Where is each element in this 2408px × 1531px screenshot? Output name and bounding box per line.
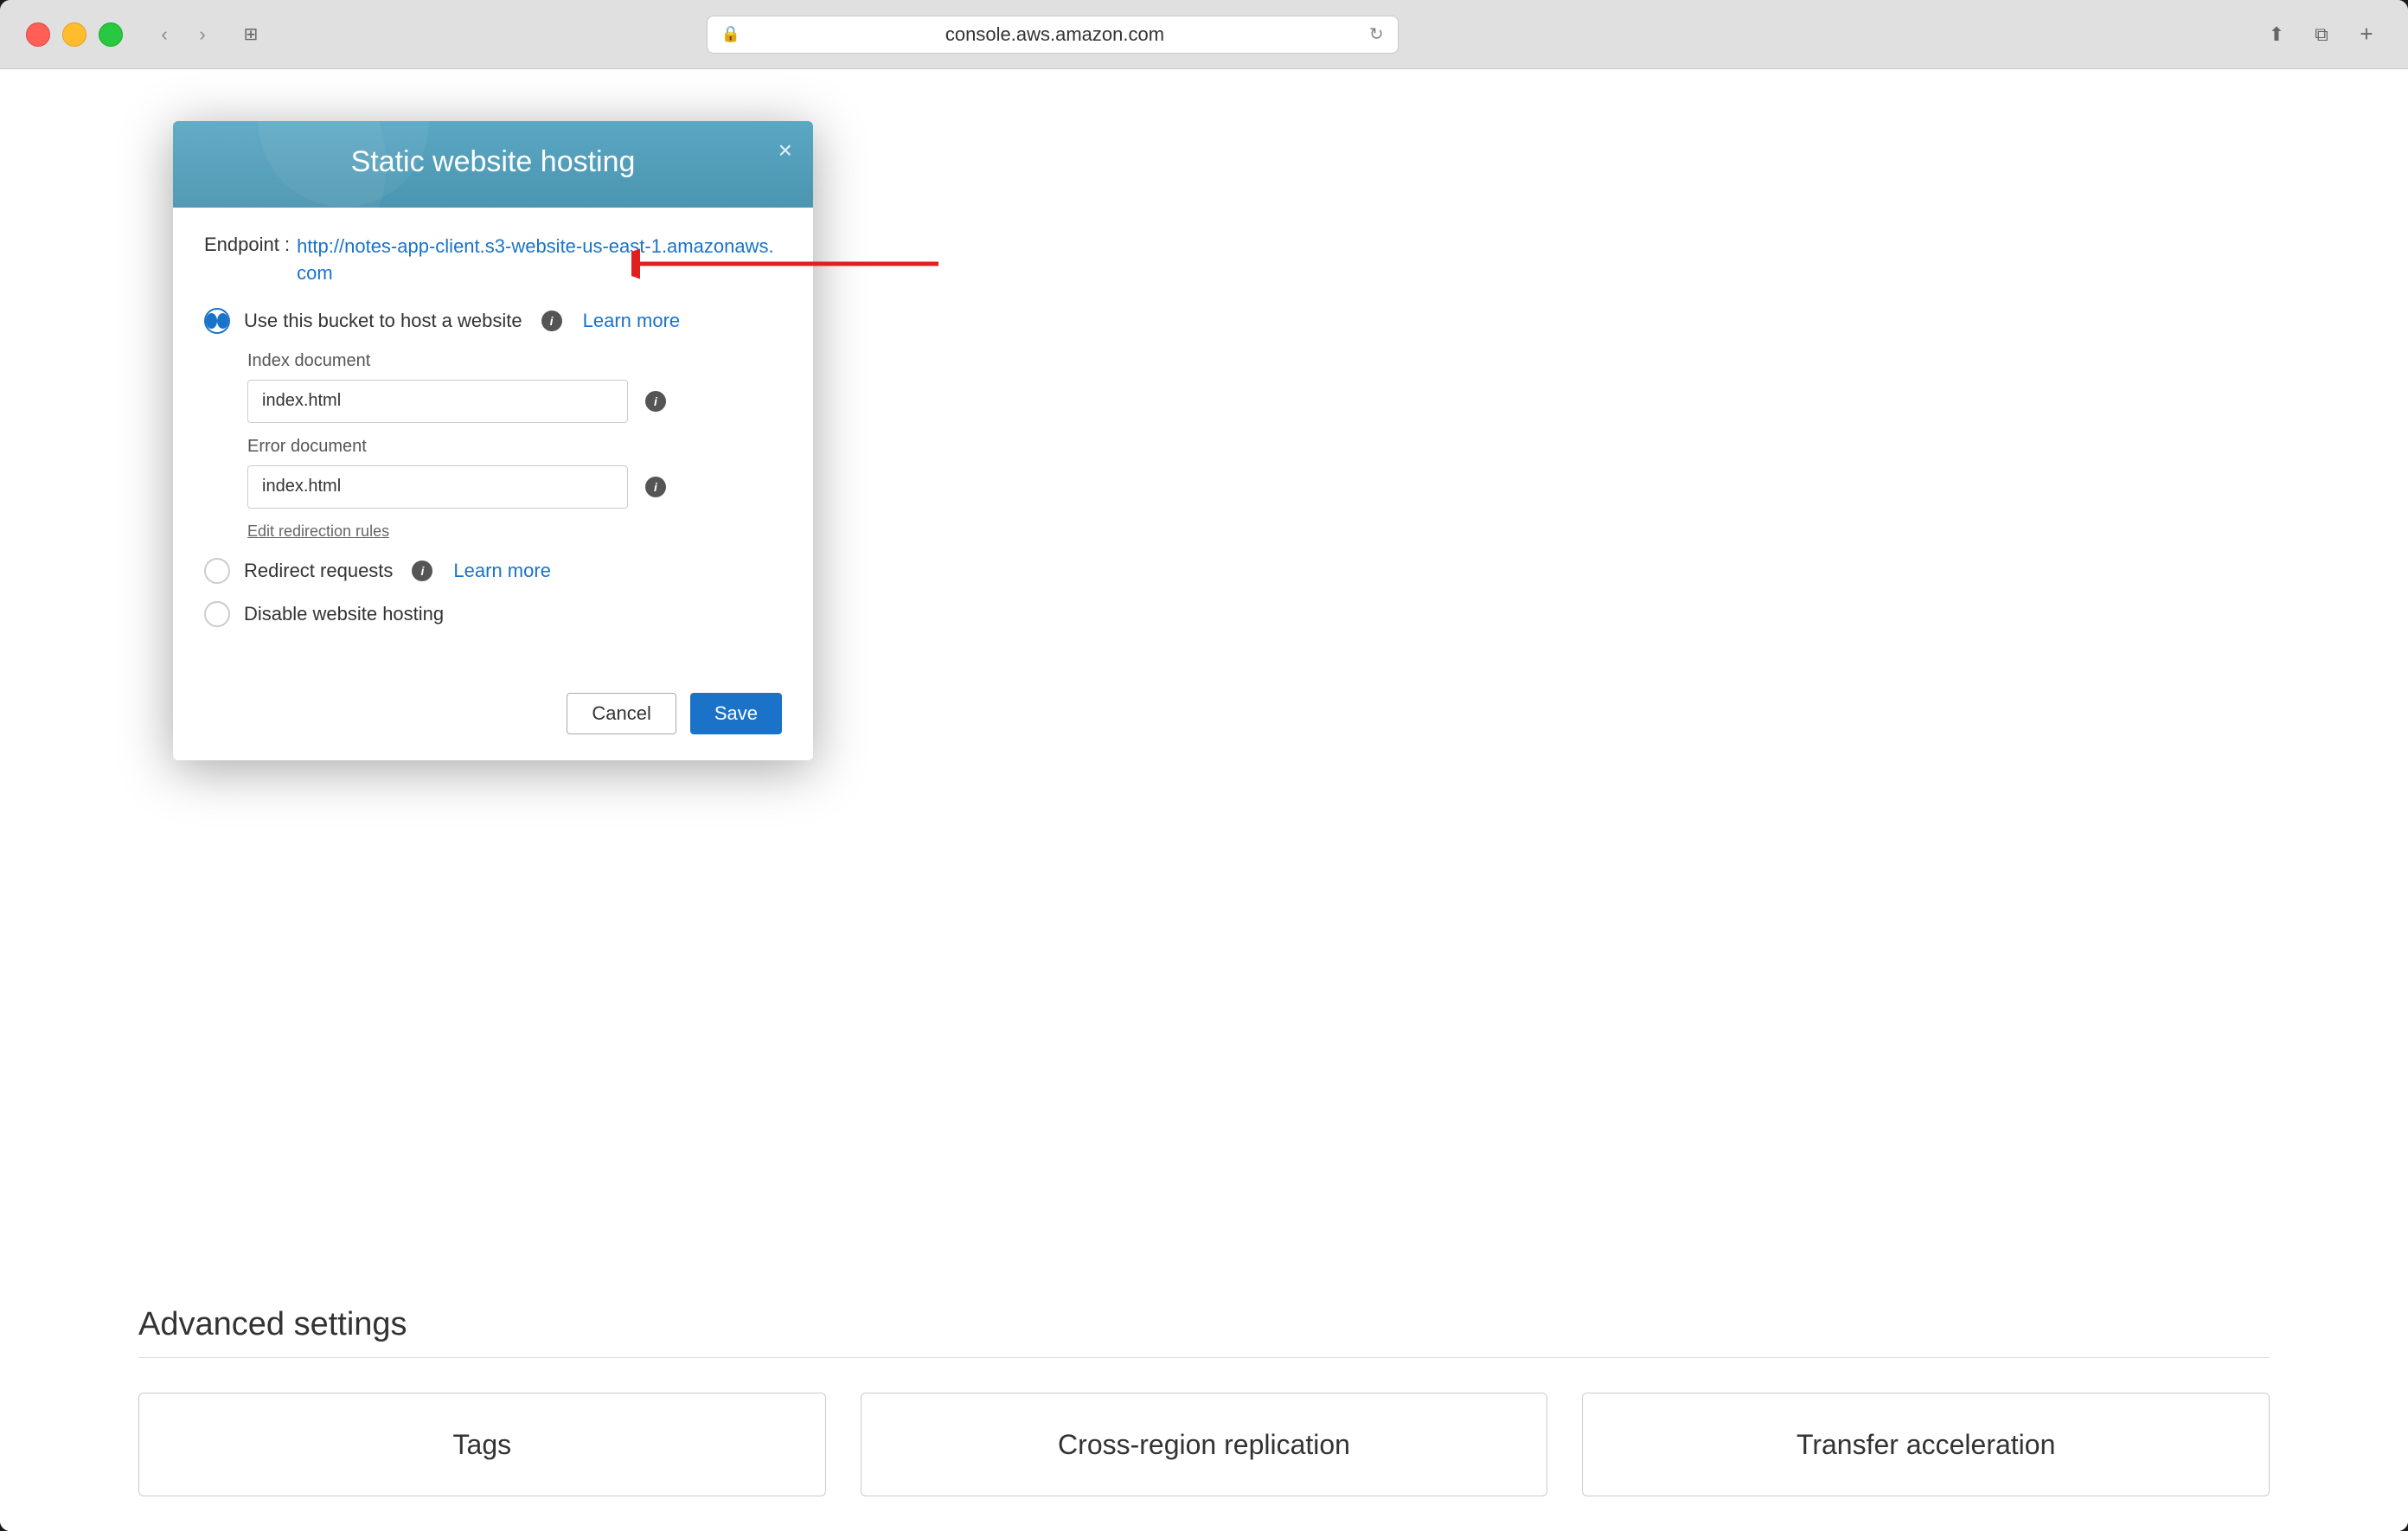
- lock-icon: 🔒: [721, 25, 740, 43]
- edit-rules-link[interactable]: Edit redirection rules: [247, 522, 782, 541]
- error-doc-info-icon[interactable]: i: [645, 477, 666, 497]
- index-doc-input[interactable]: [247, 380, 628, 423]
- cancel-button[interactable]: Cancel: [567, 693, 676, 734]
- traffic-lights: [26, 22, 123, 47]
- radio-disable-label: Disable website hosting: [244, 603, 444, 625]
- reload-button[interactable]: ↻: [1369, 23, 1384, 45]
- arrow-annotation: [631, 242, 943, 285]
- radio-option-disable[interactable]: Disable website hosting: [204, 601, 782, 627]
- url-text: console.aws.amazon.com: [749, 23, 1361, 46]
- radio-redirect-label: Redirect requests: [244, 560, 393, 582]
- modal-footer: Cancel Save: [173, 676, 813, 760]
- modal-dialog: Static website hosting × Endpoint : http…: [173, 121, 813, 760]
- browser-titlebar: ‹ › ⊞ 🔒 console.aws.amazon.com ↻ ⬆ ⧉ +: [0, 0, 2408, 69]
- transfer-acceleration-card-label: Transfer acceleration: [1796, 1429, 2055, 1461]
- new-tab-button[interactable]: +: [2351, 19, 2382, 50]
- radio-disable[interactable]: [204, 601, 230, 627]
- browser-actions: ⬆ ⧉ +: [2261, 19, 2382, 50]
- cards-row: Tags Cross-region replication Transfer a…: [138, 1393, 2270, 1496]
- modal-close-button[interactable]: ×: [778, 138, 792, 163]
- cross-region-card[interactable]: Cross-region replication: [861, 1393, 1548, 1496]
- transfer-acceleration-card[interactable]: Transfer acceleration: [1582, 1393, 2270, 1496]
- radio-host[interactable]: [204, 308, 230, 334]
- redirect-info-icon[interactable]: i: [412, 561, 432, 581]
- browser-content: Static website hosting × Endpoint : http…: [0, 69, 2408, 1531]
- share-button[interactable]: ⬆: [2261, 19, 2292, 50]
- maximize-traffic-light[interactable]: [99, 22, 123, 47]
- radio-option-redirect[interactable]: Redirect requests i Learn more: [204, 558, 782, 584]
- modal-header: Static website hosting ×: [173, 121, 813, 208]
- tags-card-label: Tags: [453, 1429, 512, 1461]
- error-doc-input[interactable]: [247, 465, 628, 509]
- save-button[interactable]: Save: [690, 693, 782, 734]
- radio-host-label: Use this bucket to host a website: [244, 310, 522, 332]
- browser-window: ‹ › ⊞ 🔒 console.aws.amazon.com ↻ ⬆ ⧉ + S…: [0, 0, 2408, 1531]
- section-divider: [138, 1357, 2270, 1358]
- redirect-learn-more[interactable]: Learn more: [453, 560, 551, 582]
- index-doc-info-icon[interactable]: i: [645, 391, 666, 412]
- host-learn-more[interactable]: Learn more: [583, 310, 681, 332]
- host-info-icon[interactable]: i: [541, 311, 562, 331]
- error-doc-label: Error document: [247, 437, 782, 457]
- arrow-svg: [631, 242, 943, 285]
- modal-title: Static website hosting: [204, 145, 782, 179]
- error-doc-row: i: [247, 465, 782, 509]
- endpoint-label: Endpoint :: [204, 234, 290, 256]
- cross-region-card-label: Cross-region replication: [1058, 1429, 1350, 1461]
- nav-buttons: ‹ ›: [149, 19, 218, 50]
- radio-option-host[interactable]: Use this bucket to host a website i Lear…: [204, 308, 782, 334]
- index-doc-row: i: [247, 380, 782, 423]
- address-bar: 🔒 console.aws.amazon.com ↻: [707, 16, 1399, 54]
- advanced-title: Advanced settings: [138, 1306, 2270, 1343]
- radio-redirect[interactable]: [204, 558, 230, 584]
- page-content: Static website hosting × Endpoint : http…: [0, 69, 2408, 1531]
- minimize-traffic-light[interactable]: [62, 22, 86, 47]
- back-button[interactable]: ‹: [149, 19, 180, 50]
- form-section: Index document i Error document i Edit r…: [247, 351, 782, 541]
- index-doc-label: Index document: [247, 351, 782, 371]
- sidebar-button[interactable]: ⊞: [235, 19, 266, 50]
- close-traffic-light[interactable]: [26, 22, 50, 47]
- tags-card[interactable]: Tags: [138, 1393, 826, 1496]
- tab-view-button[interactable]: ⧉: [2306, 19, 2337, 50]
- advanced-section: Advanced settings Tags Cross-region repl…: [0, 1306, 2408, 1531]
- forward-button[interactable]: ›: [187, 19, 218, 50]
